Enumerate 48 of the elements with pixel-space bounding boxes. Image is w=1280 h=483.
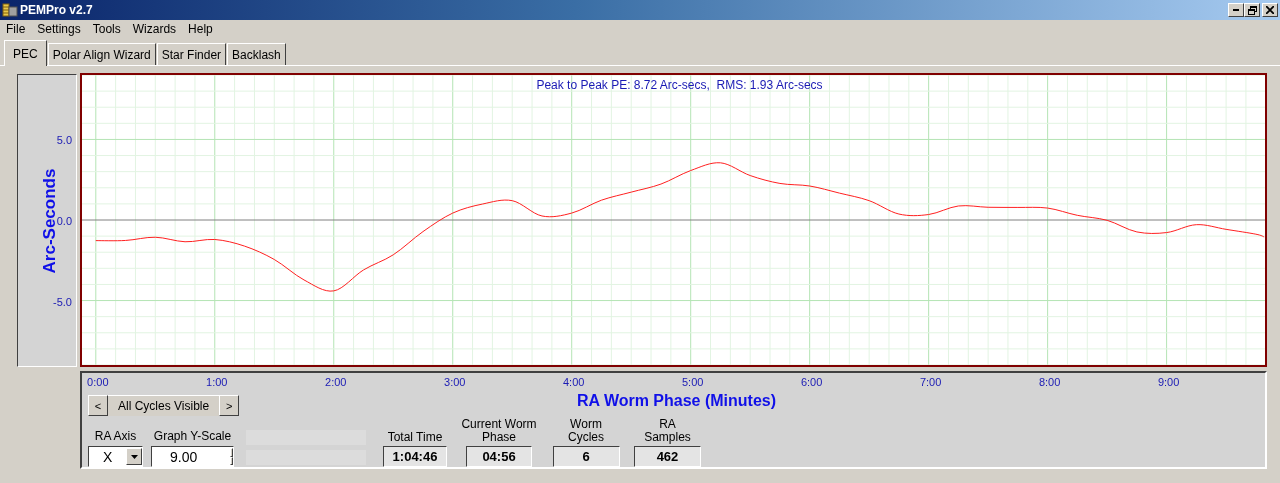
stat-value: 1:04:46	[383, 446, 447, 467]
menu-item[interactable]: File	[0, 22, 32, 36]
tick-label: 9:00	[1157, 376, 1180, 388]
tab[interactable]: Star Finder	[156, 43, 227, 65]
axis-title: RA Worm Phase (Minutes)	[576, 392, 777, 411]
stat-value: 04:56	[466, 446, 532, 467]
tick-label: 0.0	[56, 215, 72, 227]
menu-item[interactable]: Settings	[31, 22, 87, 36]
tick-label: 1:00	[206, 376, 228, 388]
minimize-icon	[1233, 9, 1239, 11]
tick-label: -5.0	[53, 295, 72, 308]
menu-item[interactable]: Help	[182, 22, 219, 36]
stat-label: Worm Cycles	[567, 418, 605, 444]
previous-button[interactable]: <	[88, 395, 108, 416]
tick-label: 4:00	[563, 376, 585, 388]
tick-label: 5:00	[682, 376, 704, 388]
tick-label: 0:00	[87, 376, 109, 388]
tick-label: 7:00	[919, 376, 942, 388]
stat-label: RA Samples	[643, 418, 692, 444]
cycle-label: All Cycles Visible	[108, 395, 220, 416]
scale-spinbox[interactable]: 9.00	[151, 446, 234, 467]
field-label: Graph Y-Scale	[153, 430, 232, 443]
minimize-button[interactable]	[1228, 3, 1244, 17]
app-icon	[2, 2, 18, 18]
stat-value: 462	[634, 446, 701, 467]
next-button[interactable]: >	[219, 395, 240, 416]
tick-label: 5.0	[56, 134, 72, 147]
close-button[interactable]	[1262, 3, 1278, 17]
tab[interactable]: Polar Align Wizard	[47, 43, 156, 65]
tab[interactable]: PEC	[4, 40, 47, 66]
caret-icon	[130, 454, 138, 459]
menu-item[interactable]: Tools	[86, 22, 127, 36]
tick-label: 3:00	[444, 376, 466, 388]
close-icon	[1266, 6, 1274, 14]
stat-label: Total Time	[386, 431, 444, 444]
menu-item[interactable]: Wizards	[126, 22, 183, 36]
stat-value: 6	[552, 446, 620, 467]
tab[interactable]: Backlash	[227, 43, 286, 65]
stat-label: Current Worm Phase	[460, 418, 538, 444]
restore-icon	[1247, 5, 1257, 15]
tick-label: 8:00	[1038, 376, 1061, 388]
axis-dropdown[interactable]: X	[88, 446, 143, 467]
tick-label: 2:00	[325, 376, 347, 388]
chart-title: Peak to Peak PE: 8.72 Arc-secs, RMS: 1.93 Arc-secs	[536, 78, 823, 92]
window-title: PEMPro v2.7	[20, 3, 94, 17]
restore-button[interactable]	[1244, 3, 1260, 17]
tick-label: 6:00	[800, 376, 823, 388]
field-label: RA Axis	[94, 430, 137, 443]
